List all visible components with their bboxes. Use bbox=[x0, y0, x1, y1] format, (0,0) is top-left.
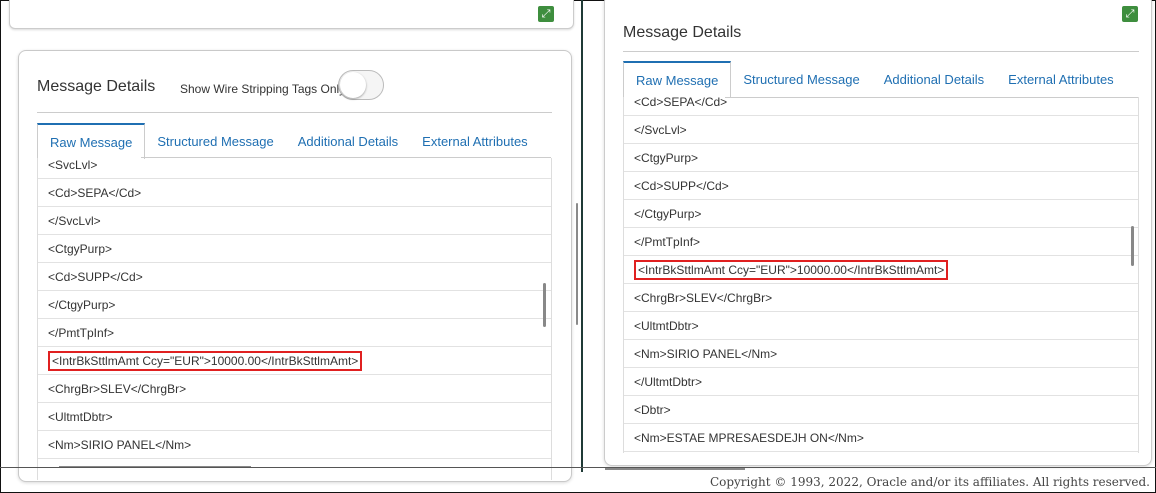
list-item: </CtgyPurp> bbox=[38, 291, 551, 319]
highlighted-amount: <IntrBkSttlmAmt Ccy="EUR">10000.00</Intr… bbox=[48, 351, 363, 371]
list-border-right bbox=[1138, 97, 1139, 453]
list-scrollbar[interactable] bbox=[1131, 226, 1134, 266]
list-item: <ChrgBr>SLEV</ChrgBr> bbox=[624, 284, 1138, 312]
expand-icon[interactable]: ⤢ bbox=[1122, 6, 1138, 22]
list-item: </PmtTpInf> bbox=[624, 228, 1138, 256]
list-item: </CtgyPurp> bbox=[624, 200, 1138, 228]
list-item: <UltmtDbtr> bbox=[38, 403, 551, 431]
list-item: <Dbtr> bbox=[624, 396, 1138, 424]
panel-title: Message Details bbox=[37, 78, 156, 95]
right-message-details-card: Message Details Raw Message Structured M… bbox=[604, 0, 1152, 470]
list-item: <Cd>SUPP</Cd> bbox=[624, 172, 1138, 200]
list-item: <Cd>SEPA</Cd> bbox=[38, 179, 551, 207]
list-item: <Cd>SEPA</Cd> bbox=[624, 88, 1138, 116]
list-item: <CtgyPurp> bbox=[38, 235, 551, 263]
list-item: <ChrgBr>SLEV</ChrgBr> bbox=[38, 375, 551, 403]
list-scrollbar[interactable] bbox=[543, 283, 546, 327]
expand-icon[interactable]: ⤢ bbox=[538, 6, 554, 22]
list-item-highlighted: <IntrBkSttlmAmt Ccy="EUR">10000.00</Intr… bbox=[624, 256, 1138, 284]
list-border-right bbox=[551, 158, 552, 480]
list-item: <Nm>ESTAE MPRESAESDEJH ON</Nm> bbox=[624, 424, 1138, 452]
list-item: </SvcLvl> bbox=[38, 207, 551, 235]
left-top-card bbox=[9, 0, 574, 29]
list-item: </PmtTpInf> bbox=[38, 319, 551, 347]
list-item: <SvcLvl> bbox=[38, 151, 551, 179]
title-divider bbox=[37, 112, 552, 113]
left-raw-message-list: <SvcLvl> <Cd>SEPA</Cd> </SvcLvl> <CtgyPu… bbox=[38, 151, 551, 466]
list-item: <Cd>SUPP</Cd> bbox=[38, 263, 551, 291]
list-item: <Nm>SIRIO PANEL</Nm> bbox=[624, 340, 1138, 368]
highlighted-amount: <IntrBkSttlmAmt Ccy="EUR">10000.00</Intr… bbox=[634, 260, 949, 280]
right-raw-message-list: <Cd>SEPA</Cd> </SvcLvl> <CtgyPurp> <Cd>S… bbox=[624, 88, 1138, 460]
list-item: <Nm>SIRIO PANEL</Nm> bbox=[38, 431, 551, 459]
toggle-knob bbox=[340, 72, 366, 98]
copyright-text: Copyright © 1993, 2022, Oracle and/or it… bbox=[709, 475, 1150, 489]
list-item: </UltmtDbtr> bbox=[624, 368, 1138, 396]
page-scrollbar[interactable] bbox=[576, 203, 578, 325]
list-item-highlighted: <IntrBkSttlmAmt Ccy="EUR">10000.00</Intr… bbox=[38, 347, 551, 375]
title-divider bbox=[623, 51, 1139, 52]
list-item: <CtgyPurp> bbox=[624, 144, 1138, 172]
list-item: <UltmtDbtr> bbox=[624, 312, 1138, 340]
wire-stripping-toggle-label: Show Wire Stripping Tags Only bbox=[180, 82, 346, 96]
list-item: </SvcLvl> bbox=[624, 116, 1138, 144]
horizontal-scrollbar[interactable] bbox=[605, 468, 745, 470]
left-message-details-card: Message Details Show Wire Stripping Tags… bbox=[18, 50, 572, 482]
wire-stripping-toggle[interactable] bbox=[338, 70, 384, 100]
panel-title: Message Details bbox=[623, 24, 742, 41]
footer-divider bbox=[0, 467, 1156, 468]
pane-divider bbox=[581, 0, 583, 472]
